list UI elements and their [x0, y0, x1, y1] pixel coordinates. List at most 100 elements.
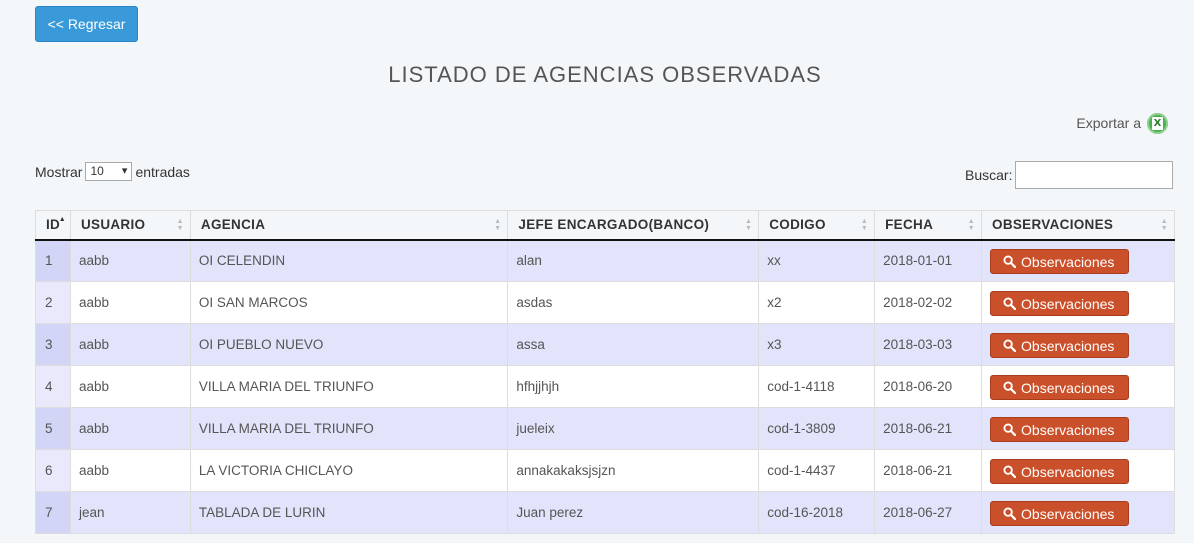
search-icon: [1003, 339, 1017, 353]
cell-fecha: 2018-02-02: [874, 281, 983, 324]
cell-usuario: aabb: [69, 323, 191, 366]
observaciones-button[interactable]: Observaciones: [990, 501, 1130, 526]
page-length-control: Mostrar 10 entradas: [35, 162, 190, 181]
observaciones-label: Observaciones: [1021, 337, 1115, 354]
search-label: Buscar:: [965, 167, 1013, 183]
cell-jefe: annakakaksjsjzn: [507, 449, 760, 492]
show-suffix: entradas: [135, 163, 190, 180]
cell-observaciones: Observaciones: [981, 323, 1175, 366]
column-header-fecha[interactable]: FECHA ▲ ▼: [874, 210, 983, 241]
cell-usuario: aabb: [69, 239, 191, 282]
observaciones-label: Observaciones: [1021, 295, 1115, 312]
table-row: 5 aabb VILLA MARIA DEL TRIUNFO jueleix cod-1…: [35, 407, 1175, 450]
search-icon: [1003, 423, 1017, 437]
export-link[interactable]: Exportar a X: [1076, 112, 1168, 134]
table-row: 7 jean TABLADA DE LURIN Juan perez cod-16-20…: [35, 491, 1175, 534]
sort-icon: ▲ ▼: [860, 218, 869, 232]
observaciones-label: Observaciones: [1021, 253, 1115, 270]
cell-fecha: 2018-01-01: [874, 239, 983, 282]
search-icon: [1003, 297, 1017, 311]
search-input[interactable]: [1015, 161, 1174, 189]
column-header-usuario[interactable]: USUARIO ▲ ▼: [69, 210, 191, 241]
show-prefix: Mostrar: [35, 163, 83, 180]
cell-usuario: jean: [69, 491, 191, 534]
table-row: 4 aabb VILLA MARIA DEL TRIUNFO hfhjjhjh cod-…: [35, 365, 1175, 408]
cell-agencia: TABLADA DE LURIN: [189, 491, 509, 534]
cell-id: 5: [35, 407, 71, 450]
sort-icon: ▲ ▼: [744, 218, 753, 232]
cell-codigo: cod-1-4437: [758, 449, 876, 492]
observaciones-button[interactable]: Observaciones: [990, 459, 1130, 484]
table-row: 1 aabb OI CELENDIN alan xx 2018-01-01 Observac…: [35, 239, 1175, 282]
cell-agencia: VILLA MARIA DEL TRIUNFO: [189, 365, 509, 408]
observaciones-button[interactable]: Observaciones: [990, 417, 1130, 442]
page-title: LISTADO DE AGENCIAS OBSERVADAS: [388, 62, 822, 87]
cell-jefe: Juan perez: [507, 491, 760, 534]
cell-agencia: OI SAN MARCOS: [189, 281, 509, 324]
table-row: 6 aabb LA VICTORIA CHICLAYO annakakaksjsjzn…: [35, 449, 1175, 492]
observaciones-button[interactable]: Observaciones: [990, 249, 1130, 275]
observaciones-label: Observaciones: [1021, 421, 1115, 438]
cell-id: 1: [35, 239, 71, 282]
cell-fecha: 2018-06-21: [874, 449, 983, 492]
cell-fecha: 2018-06-21: [874, 407, 983, 450]
cell-usuario: aabb: [69, 281, 191, 324]
back-button[interactable]: << Regresar: [35, 6, 138, 42]
column-header-observaciones[interactable]: OBSERVACIONES ▲ ▼: [981, 210, 1175, 241]
cell-usuario: aabb: [69, 449, 191, 492]
table-row: 2 aabb OI SAN MARCOS asdas x2 2018-02-02 Obser…: [35, 281, 1175, 324]
column-header-jefe[interactable]: JEFE ENCARGADO(BANCO) ▲ ▼: [507, 210, 760, 241]
sort-icon: ▲ ▼: [494, 218, 502, 232]
observaciones-button[interactable]: Observaciones: [990, 333, 1130, 358]
observaciones-button[interactable]: Observaciones: [990, 375, 1130, 400]
page-length-select[interactable]: 10: [85, 162, 133, 181]
cell-observaciones: Observaciones: [981, 491, 1175, 534]
sort-icon: ▲ ▼: [967, 218, 976, 232]
excel-icon[interactable]: X: [1147, 112, 1168, 134]
cell-agencia: VILLA MARIA DEL TRIUNFO: [189, 407, 509, 450]
observaciones-label: Observaciones: [1021, 379, 1115, 396]
cell-id: 3: [35, 323, 71, 366]
observaciones-button[interactable]: Observaciones: [990, 291, 1130, 316]
table-header-row: ID ▲ USUARIO ▲ ▼ AGENCIA ▲ ▼ JEFE ENCARGADO(B…: [35, 210, 1175, 241]
cell-codigo: cod-1-4118: [758, 365, 876, 408]
search-icon: [1003, 255, 1017, 269]
search-icon: [1003, 381, 1017, 395]
column-header-id[interactable]: ID ▲: [35, 210, 71, 241]
sort-icon: ▲ ▼: [1160, 218, 1168, 232]
cell-codigo: x2: [758, 281, 876, 324]
cell-observaciones: Observaciones: [981, 281, 1175, 324]
sort-icon: ▲ ▼: [176, 218, 184, 232]
column-header-agencia[interactable]: AGENCIA ▲ ▼: [189, 210, 509, 241]
cell-fecha: 2018-03-03: [874, 323, 983, 366]
cell-observaciones: Observaciones: [981, 365, 1175, 408]
cell-agencia: OI PUEBLO NUEVO: [189, 323, 509, 366]
cell-jefe: jueleix: [507, 407, 760, 450]
observaciones-label: Observaciones: [1021, 505, 1115, 522]
cell-agencia: LA VICTORIA CHICLAYO: [189, 449, 509, 492]
sort-asc-icon: ▲: [58, 216, 66, 223]
cell-jefe: assa: [507, 323, 760, 366]
cell-agencia: OI CELENDIN: [189, 239, 509, 282]
cell-fecha: 2018-06-27: [874, 491, 983, 534]
observaciones-label: Observaciones: [1021, 463, 1115, 480]
table-row: 3 aabb OI PUEBLO NUEVO assa x3 2018-03-03 Obse…: [35, 323, 1175, 366]
cell-fecha: 2018-06-20: [874, 365, 983, 408]
cell-codigo: xx: [758, 239, 876, 282]
cell-codigo: cod-1-3809: [758, 407, 876, 450]
cell-observaciones: Observaciones: [981, 239, 1175, 282]
search-icon: [1003, 507, 1017, 521]
column-header-codigo[interactable]: CODIGO ▲ ▼: [758, 210, 876, 241]
cell-codigo: cod-16-2018: [758, 491, 876, 534]
cell-jefe: alan: [507, 239, 760, 282]
cell-codigo: x3: [758, 323, 876, 366]
search-icon: [1003, 465, 1017, 479]
search-control: Buscar:: [965, 161, 1174, 189]
agencies-table: ID ▲ USUARIO ▲ ▼ AGENCIA ▲ ▼ JEFE ENCARGADO(B…: [35, 210, 1175, 534]
cell-id: 6: [35, 449, 71, 492]
cell-id: 4: [35, 365, 71, 408]
cell-usuario: aabb: [69, 365, 191, 408]
cell-observaciones: Observaciones: [981, 407, 1175, 450]
cell-id: 7: [35, 491, 71, 534]
cell-jefe: asdas: [507, 281, 760, 324]
